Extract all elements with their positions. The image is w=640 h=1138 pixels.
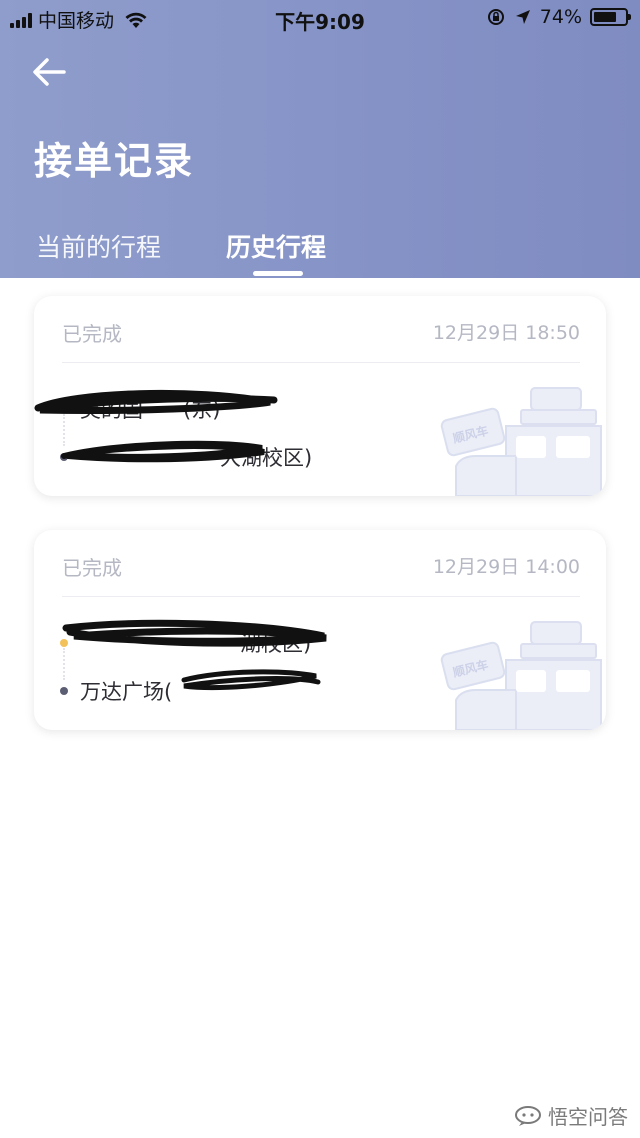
start-dot-icon: [60, 405, 68, 413]
trip-card[interactable]: 已完成 12月29日 18:50 美的国 (东) 大湖校区) 顺风车: [34, 296, 606, 496]
location-arrow-icon: [515, 10, 530, 24]
trip-status: 已完成: [62, 322, 122, 346]
header: 中国移动 下午9:09 74% 接单记录 当前的行程 历史行程: [0, 0, 640, 278]
end-address: 万达广场(: [80, 680, 173, 704]
trip-status: 已完成: [62, 556, 122, 580]
trip-card[interactable]: 已完成 12月29日 14:00 湖校区) 万达广场( 顺风车: [34, 530, 606, 730]
trip-time: 12月29日 18:50: [432, 322, 580, 344]
status-bar: 中国移动 下午9:09 74%: [0, 0, 640, 36]
end-dot-icon: [60, 687, 68, 695]
start-address-tail: 湖校区): [240, 632, 312, 656]
start-dot-icon: [60, 639, 68, 647]
card-divider: [62, 362, 580, 363]
watermark-text: 悟空问答: [548, 1105, 628, 1129]
battery-percent: 74%: [539, 6, 582, 28]
battery-fill: [594, 12, 617, 22]
start-address: 美的国: [80, 398, 143, 422]
end-address-tail: 大湖校区): [220, 446, 313, 470]
active-tab-indicator: [253, 271, 303, 276]
trip-time: 12月29日 14:00: [432, 556, 580, 578]
trip-end: 大湖校区): [60, 442, 312, 472]
status-right: 74%: [486, 6, 631, 28]
rotation-lock-icon: [487, 9, 504, 25]
chat-bubble-icon: [515, 1105, 541, 1126]
carpool-car-illustration: 顺风车: [440, 387, 602, 496]
end-dot-icon: [60, 453, 68, 461]
page-title: 接单记录: [34, 139, 195, 183]
start-address-tail: (东): [183, 398, 221, 422]
card-divider: [62, 596, 580, 597]
tab-history-trips[interactable]: 历史行程: [226, 228, 326, 264]
battery-icon: [590, 8, 631, 26]
trip-end: 万达广场(: [60, 676, 172, 706]
watermark: 悟空问答: [514, 1101, 628, 1130]
trip-start: 美的国 (东): [60, 394, 220, 424]
arrow-left-icon[interactable]: [30, 55, 70, 89]
trip-start: 湖校区): [60, 628, 311, 658]
tab-current-trips[interactable]: 当前的行程: [36, 228, 161, 264]
carpool-car-illustration: 顺风车: [440, 621, 602, 730]
